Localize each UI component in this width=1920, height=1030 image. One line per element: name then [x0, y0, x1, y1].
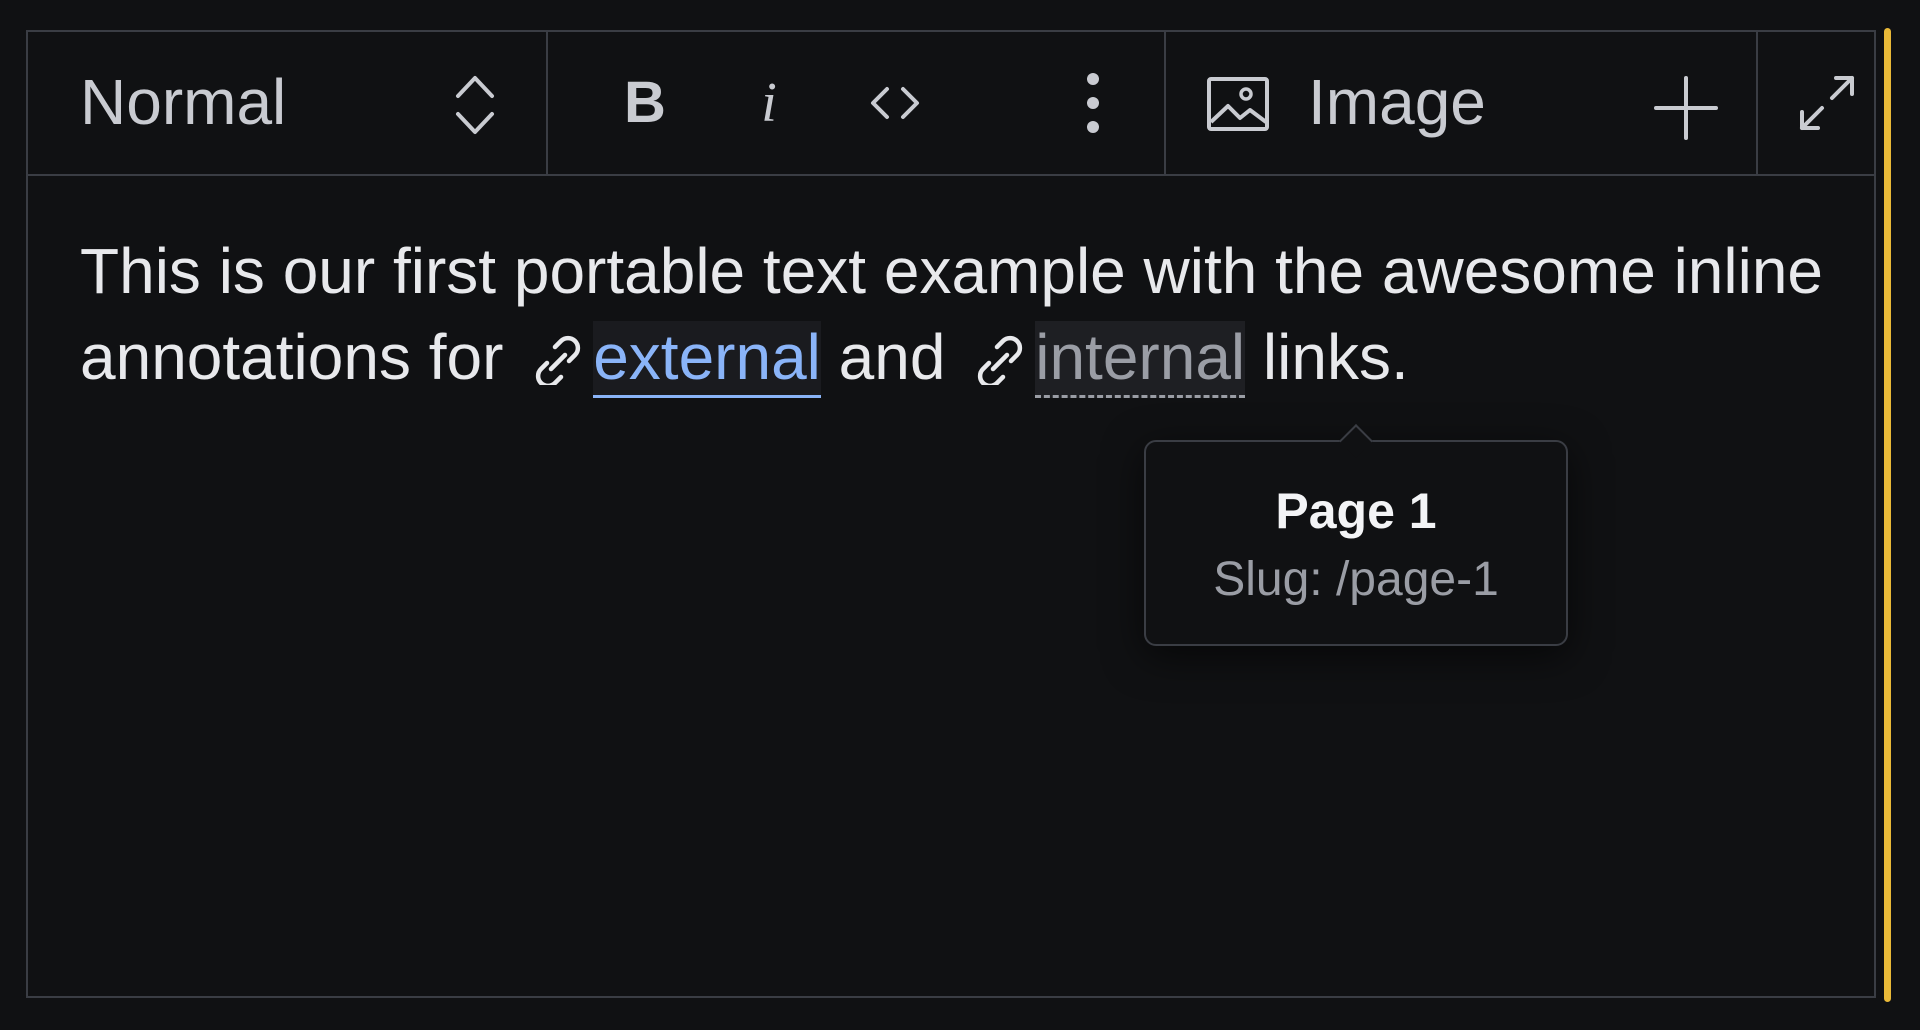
- plus-icon: [1654, 76, 1718, 140]
- internal-link-tooltip: Page 1 Slug: /page-1: [1144, 424, 1568, 646]
- toolbar-divider: [546, 32, 548, 174]
- portable-text-editor: Normal B i Image This is our first porta…: [26, 30, 1876, 998]
- tooltip-arrow: [1339, 424, 1373, 458]
- code-button[interactable]: [846, 54, 944, 152]
- editor-toolbar: Normal B i Image: [28, 32, 1874, 176]
- bold-icon: B: [624, 70, 666, 135]
- paragraph-text: links.: [1262, 321, 1409, 393]
- italic-button[interactable]: i: [720, 54, 818, 152]
- more-vertical-icon: [1087, 73, 1099, 133]
- fullscreen-button[interactable]: [1778, 54, 1876, 152]
- toolbar-divider: [1164, 32, 1166, 174]
- editor-content[interactable]: This is our first portable text example …: [80, 228, 1840, 400]
- code-icon: [871, 87, 919, 119]
- focus-indicator: [1884, 28, 1891, 1002]
- image-icon: [1207, 77, 1269, 131]
- external-link[interactable]: external: [521, 321, 821, 398]
- insert-image-button[interactable]: Image: [1168, 32, 1758, 174]
- chevron-up-down-icon: [456, 76, 494, 134]
- paragraph-text: and: [838, 321, 946, 393]
- block-style-select[interactable]: Normal: [28, 32, 546, 174]
- tooltip-page-title: Page 1: [1275, 483, 1437, 539]
- tooltip-slug: Slug: /page-1: [1213, 553, 1499, 606]
- link-icon: [978, 335, 1023, 385]
- toolbar-divider: [1756, 32, 1758, 174]
- internal-link[interactable]: internal: [963, 321, 1246, 398]
- link-icon: [536, 335, 581, 385]
- paragraph-text: This is our first portable text example …: [80, 235, 1823, 393]
- more-actions-button[interactable]: [1044, 54, 1142, 152]
- expand-icon: [1800, 76, 1854, 130]
- internal-link-text: internal: [1035, 321, 1246, 398]
- external-link-text: external: [593, 321, 821, 398]
- insert-image-label: Image: [1308, 66, 1486, 138]
- block-style-value: Normal: [80, 66, 287, 138]
- bold-button[interactable]: B: [596, 54, 694, 152]
- italic-icon: i: [761, 72, 777, 134]
